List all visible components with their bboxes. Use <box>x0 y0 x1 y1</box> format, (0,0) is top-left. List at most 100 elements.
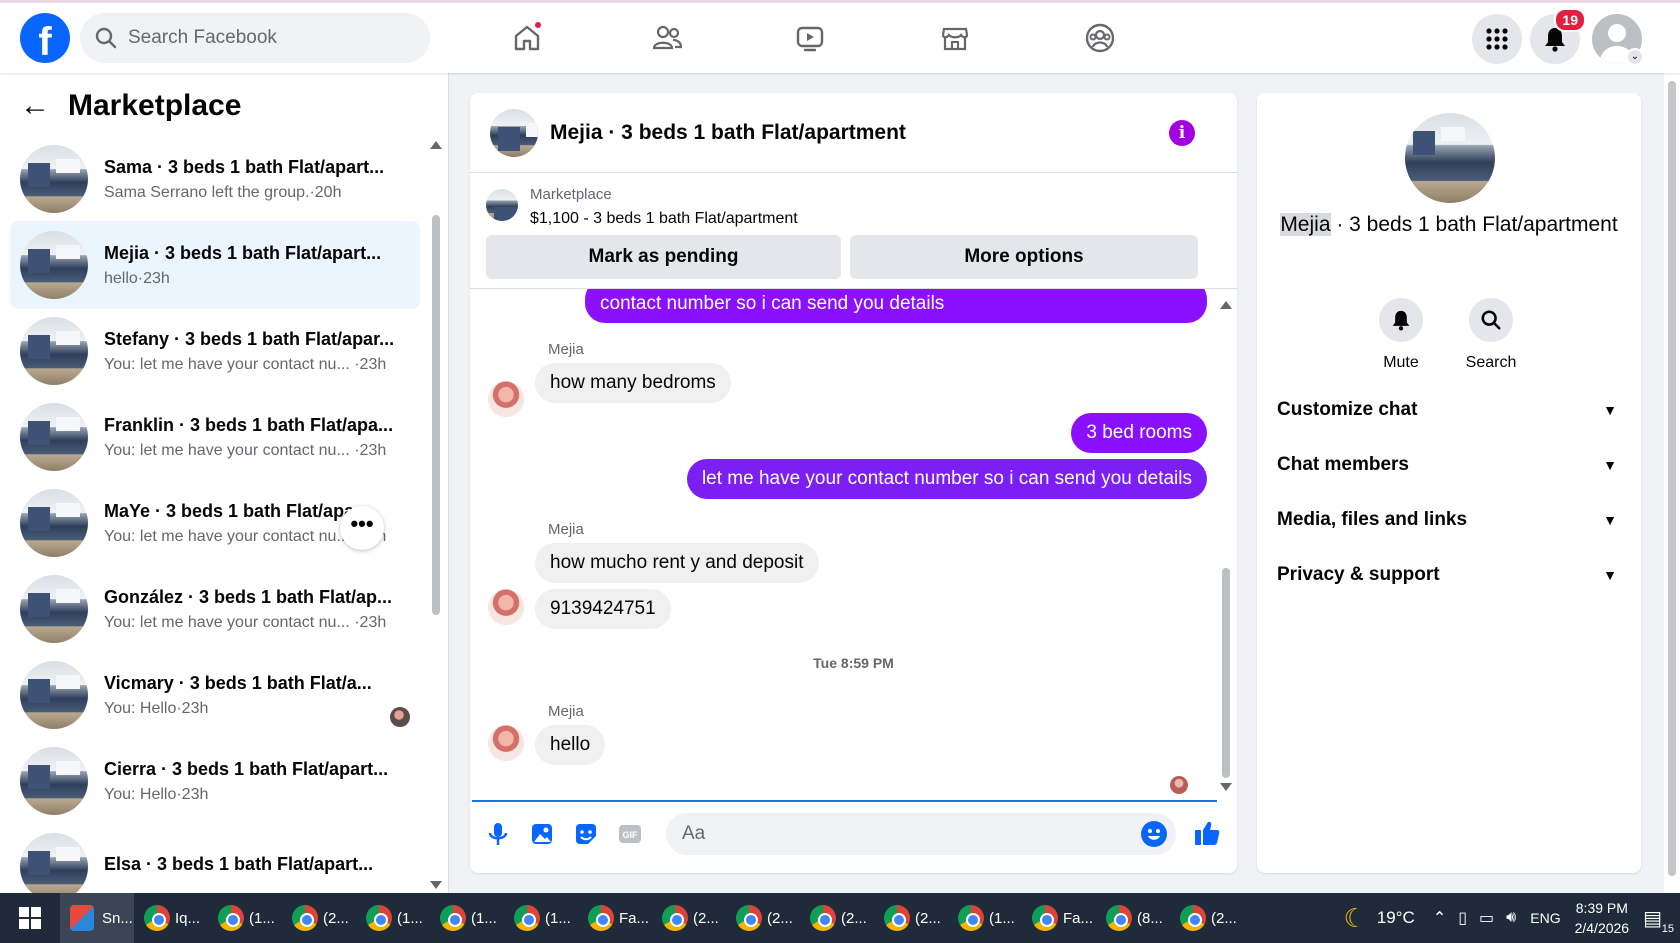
chevron-down-icon: ▼ <box>1603 402 1617 418</box>
read-receipt-avatar <box>1170 776 1188 794</box>
friends-tab[interactable] <box>647 18 687 58</box>
media-files-links-section[interactable]: Media, files and links ▼ <box>1277 500 1627 540</box>
conversation-preview: You: let me have your contact nu... ·23h <box>104 355 387 373</box>
taskbar-app-label: Fa... <box>1063 909 1094 927</box>
search-in-conversation-action[interactable]: Search <box>1451 298 1531 372</box>
taskbar-app[interactable]: (2... <box>1170 893 1244 943</box>
conversations-scrollbar[interactable] <box>432 215 440 615</box>
marketplace-icon <box>941 27 969 51</box>
taskbar-app-label: (2... <box>323 909 349 927</box>
moon-weather-icon: ☾ <box>1343 902 1367 933</box>
conversation-name: Mejia · 3 beds 1 bath Flat/apartment <box>1257 211 1641 239</box>
action-center-icon[interactable]: ▤ 15 <box>1643 906 1674 935</box>
sender-avatar[interactable] <box>488 589 524 625</box>
microphone-icon[interactable] <box>484 820 512 848</box>
chat-scrollbar[interactable] <box>1222 568 1230 778</box>
taskbar-app[interactable]: Iq... <box>134 893 208 943</box>
conversation-item[interactable]: Franklin · 3 beds 1 bath Flat/apa... You:… <box>10 393 420 481</box>
network-icon[interactable]: ▭ <box>1479 908 1494 928</box>
page-scrollbar[interactable] <box>1664 73 1680 893</box>
language-indicator[interactable]: ENG <box>1530 910 1560 926</box>
conversation-item[interactable]: Elsa · 3 beds 1 bath Flat/apart... <box>10 823 420 893</box>
search-box[interactable] <box>80 13 430 63</box>
conversation-item[interactable]: Cierra · 3 beds 1 bath Flat/apart... You:… <box>10 737 420 825</box>
conversation-item-active[interactable]: Mejia · 3 beds 1 bath Flat/apart... hello… <box>10 221 420 309</box>
notifications-button[interactable]: 19 <box>1530 8 1586 64</box>
taskbar-app-snipping[interactable]: Sn... <box>60 893 134 943</box>
taskbar-app[interactable]: (2... <box>874 893 948 943</box>
customize-chat-section[interactable]: Customize chat ▼ <box>1277 390 1627 430</box>
home-tab[interactable] <box>507 18 547 58</box>
taskbar-app[interactable]: (1... <box>356 893 430 943</box>
chat-title[interactable]: Mejia · 3 beds 1 bath Flat/apartment <box>550 121 906 145</box>
sender-avatar[interactable] <box>488 381 524 417</box>
conversation-item[interactable]: González · 3 beds 1 bath Flat/ap... You: … <box>10 565 420 653</box>
taskbar-app[interactable]: (2... <box>726 893 800 943</box>
temperature[interactable]: 19°C <box>1377 908 1415 928</box>
emoji-icon[interactable] <box>1140 820 1168 848</box>
menu-grid-icon <box>1486 28 1508 50</box>
taskbar-app[interactable]: (1... <box>504 893 578 943</box>
taskbar-app[interactable]: (2... <box>282 893 356 943</box>
system-tray: ☾ 19°C ⌃ ▯ ▭ 🔊︎ ENG 8:39 PM 2/4/2026 ▤ 15 <box>1344 893 1680 943</box>
marketplace-label: Marketplace <box>530 186 612 203</box>
taskbar-app[interactable]: (1... <box>948 893 1022 943</box>
account-chevron-down-icon[interactable]: ⌄ <box>1626 48 1644 66</box>
device-icon[interactable]: ▯ <box>1458 908 1467 928</box>
back-arrow-icon[interactable]: ← <box>20 91 50 121</box>
taskbar-app[interactable]: Fa... <box>1022 893 1096 943</box>
chevron-up-icon[interactable]: ⌃ <box>1433 908 1446 928</box>
page-scrollbar-thumb[interactable] <box>1668 81 1676 876</box>
chat-scroll-down-arrow-icon[interactable] <box>1220 783 1232 791</box>
taskbar-app-label: (2... <box>767 909 793 927</box>
sticker-icon[interactable] <box>572 820 600 848</box>
taskbar-app-label: (2... <box>841 909 867 927</box>
facebook-logo[interactable]: f <box>20 13 70 63</box>
taskbar-app[interactable]: (1... <box>430 893 504 943</box>
taskbar-app[interactable]: (2... <box>800 893 874 943</box>
scroll-up-arrow-icon[interactable] <box>430 141 442 149</box>
home-notification-dot <box>533 20 543 30</box>
watch-tab[interactable] <box>790 18 830 58</box>
mute-action[interactable]: Mute <box>1361 298 1441 372</box>
thumbs-up-icon[interactable] <box>1192 818 1222 848</box>
gif-icon[interactable]: GIF <box>616 820 644 848</box>
volume-icon[interactable]: 🔊︎ <box>1506 909 1516 927</box>
chat-members-section[interactable]: Chat members ▼ <box>1277 445 1627 485</box>
clock[interactable]: 8:39 PM 2/4/2026 <box>1575 898 1630 938</box>
conversation-item[interactable]: Sama · 3 beds 1 bath Flat/apart... Sama S… <box>10 135 420 223</box>
message-input[interactable] <box>666 813 1106 855</box>
groups-tab[interactable] <box>1080 18 1120 58</box>
chrome-icon <box>662 905 688 931</box>
marketplace-tab[interactable] <box>935 18 975 58</box>
chat-scroll-up-arrow-icon[interactable] <box>1220 301 1232 309</box>
search-input[interactable] <box>128 27 408 49</box>
listing-price-title[interactable]: $1,100 - 3 beds 1 bath Flat/apartment <box>530 210 798 228</box>
conversation-item[interactable]: Stefany · 3 beds 1 bath Flat/apar... You:… <box>10 307 420 395</box>
seen-avatar <box>390 707 410 727</box>
menu-button[interactable] <box>1472 14 1522 64</box>
sender-name: Mejia <box>548 521 584 538</box>
start-button[interactable] <box>0 893 60 943</box>
conversation-title: Franklin · 3 beds 1 bath Flat/apa... <box>104 414 394 435</box>
groups-icon <box>1085 23 1115 53</box>
composer-divider <box>472 800 1217 802</box>
more-options-button[interactable]: More options <box>850 235 1198 279</box>
sender-avatar[interactable] <box>488 725 524 761</box>
windows-logo-icon <box>19 907 41 929</box>
taskbar-app[interactable]: (1... <box>208 893 282 943</box>
taskbar-app[interactable]: Fa... <box>578 893 652 943</box>
chrome-icon <box>1032 905 1058 931</box>
conversation-item[interactable]: Vicmary · 3 beds 1 bath Flat/a... You: He… <box>10 651 420 739</box>
photo-icon[interactable] <box>528 820 556 848</box>
mark-as-pending-button[interactable]: Mark as pending <box>486 235 841 279</box>
taskbar-app[interactable]: (8... <box>1096 893 1170 943</box>
conversation-title: Elsa · 3 beds 1 bath Flat/apart... <box>104 853 374 874</box>
message-composer[interactable] <box>666 813 1176 855</box>
scroll-down-arrow-icon[interactable] <box>430 881 442 889</box>
info-icon[interactable]: i <box>1169 120 1195 146</box>
taskbar-app-label: (2... <box>915 909 941 927</box>
taskbar-app[interactable]: (2... <box>652 893 726 943</box>
privacy-support-section[interactable]: Privacy & support ▼ <box>1277 555 1627 595</box>
conversation-more-options-button[interactable]: ••• <box>340 506 384 550</box>
